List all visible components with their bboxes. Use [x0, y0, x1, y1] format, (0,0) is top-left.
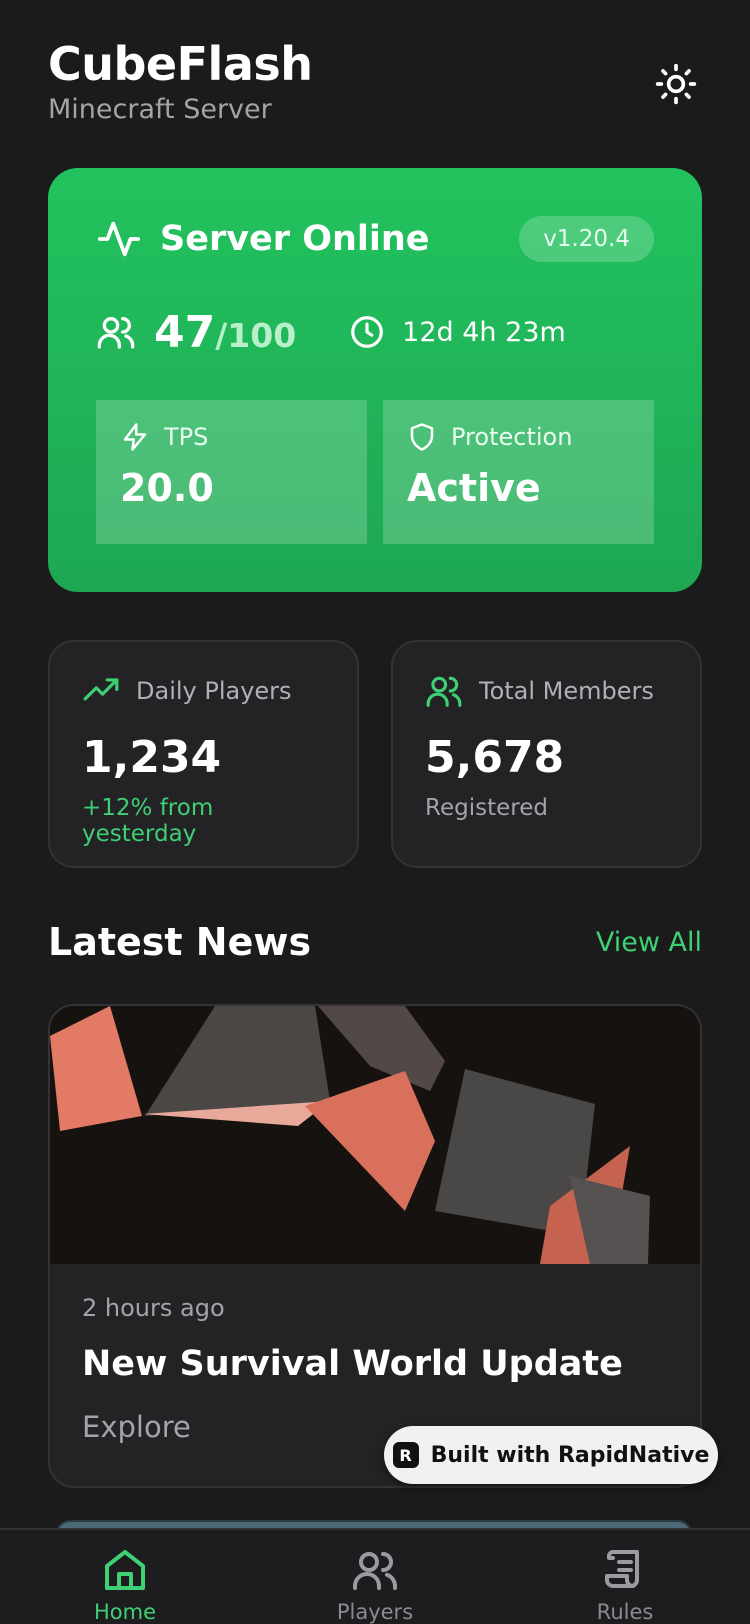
app-subtitle: Minecraft Server: [48, 94, 272, 125]
lightning-icon: [123, 423, 147, 451]
users-icon: [97, 317, 135, 349]
tps-value: 20.0: [120, 466, 214, 510]
tab-rules-label: Rules: [596, 1600, 654, 1624]
news-card[interactable]: 2 hours ago New Survival World Update Ex…: [48, 1004, 702, 1488]
users-icon: [353, 1552, 397, 1590]
uptime-value: 12d 4h 23m: [402, 316, 566, 348]
daily-players-label: Daily Players: [136, 677, 292, 705]
rapidnative-logo-icon: R: [392, 1442, 419, 1468]
tps-metric: TPS 20.0: [96, 400, 367, 544]
tab-rules[interactable]: Rules: [500, 1530, 750, 1624]
protection-label: Protection: [451, 423, 573, 451]
server-status-title: Server Online: [160, 219, 430, 259]
protection-metric: Protection Active: [383, 400, 654, 544]
news-section-title: Latest News: [48, 920, 312, 964]
total-members-label: Total Members: [479, 677, 654, 705]
players-max: /100: [215, 315, 297, 355]
news-headline: New Survival World Update: [82, 1344, 623, 1384]
protection-value: Active: [407, 466, 541, 510]
stats-row: Daily Players 1,234 +12% from yesterday …: [48, 640, 702, 868]
view-all-link[interactable]: View All: [596, 927, 702, 958]
version-badge: v1.20.4: [519, 216, 654, 262]
clock-icon: [351, 316, 384, 348]
built-with-label: Built with RapidNative: [430, 1442, 710, 1468]
tab-home-label: Home: [93, 1600, 156, 1624]
total-members-note: Registered: [425, 795, 548, 821]
theme-toggle-button[interactable]: [652, 60, 700, 108]
tps-label: TPS: [164, 423, 209, 451]
activity-icon: [97, 221, 141, 257]
app-header: CubeFlash Minecraft Server: [48, 36, 702, 136]
scroll-icon: [605, 1550, 639, 1588]
tab-home[interactable]: Home: [0, 1530, 250, 1624]
sun-icon: [655, 63, 697, 105]
shield-icon: [410, 423, 434, 451]
server-status-card: Server Online v1.20.4 47/100 12d 4h 23m …: [48, 168, 702, 592]
total-members-value: 5,678: [425, 732, 565, 783]
news-timestamp: 2 hours ago: [82, 1294, 225, 1322]
news-image: [50, 1006, 700, 1264]
trending-up-icon: [83, 678, 119, 701]
tab-players-label: Players: [336, 1600, 414, 1624]
daily-players-change: +12% from yesterday: [82, 795, 214, 847]
daily-players-card: Daily Players 1,234 +12% from yesterday: [48, 640, 359, 868]
tab-players[interactable]: Players: [250, 1530, 500, 1624]
bottom-tab-bar: Home Players Rules: [0, 1528, 750, 1624]
news-section-header: Latest News View All: [48, 920, 702, 964]
members-icon: [426, 676, 462, 707]
home-icon: [105, 1550, 145, 1590]
total-members-card: Total Members 5,678 Registered: [391, 640, 702, 868]
daily-players-value: 1,234: [82, 732, 222, 783]
players-online-count: 47/100: [154, 306, 297, 358]
uptime: 12d 4h 23m: [348, 313, 566, 351]
app-title: CubeFlash: [48, 37, 313, 91]
built-with-badge[interactable]: R Built with RapidNative: [384, 1426, 718, 1484]
